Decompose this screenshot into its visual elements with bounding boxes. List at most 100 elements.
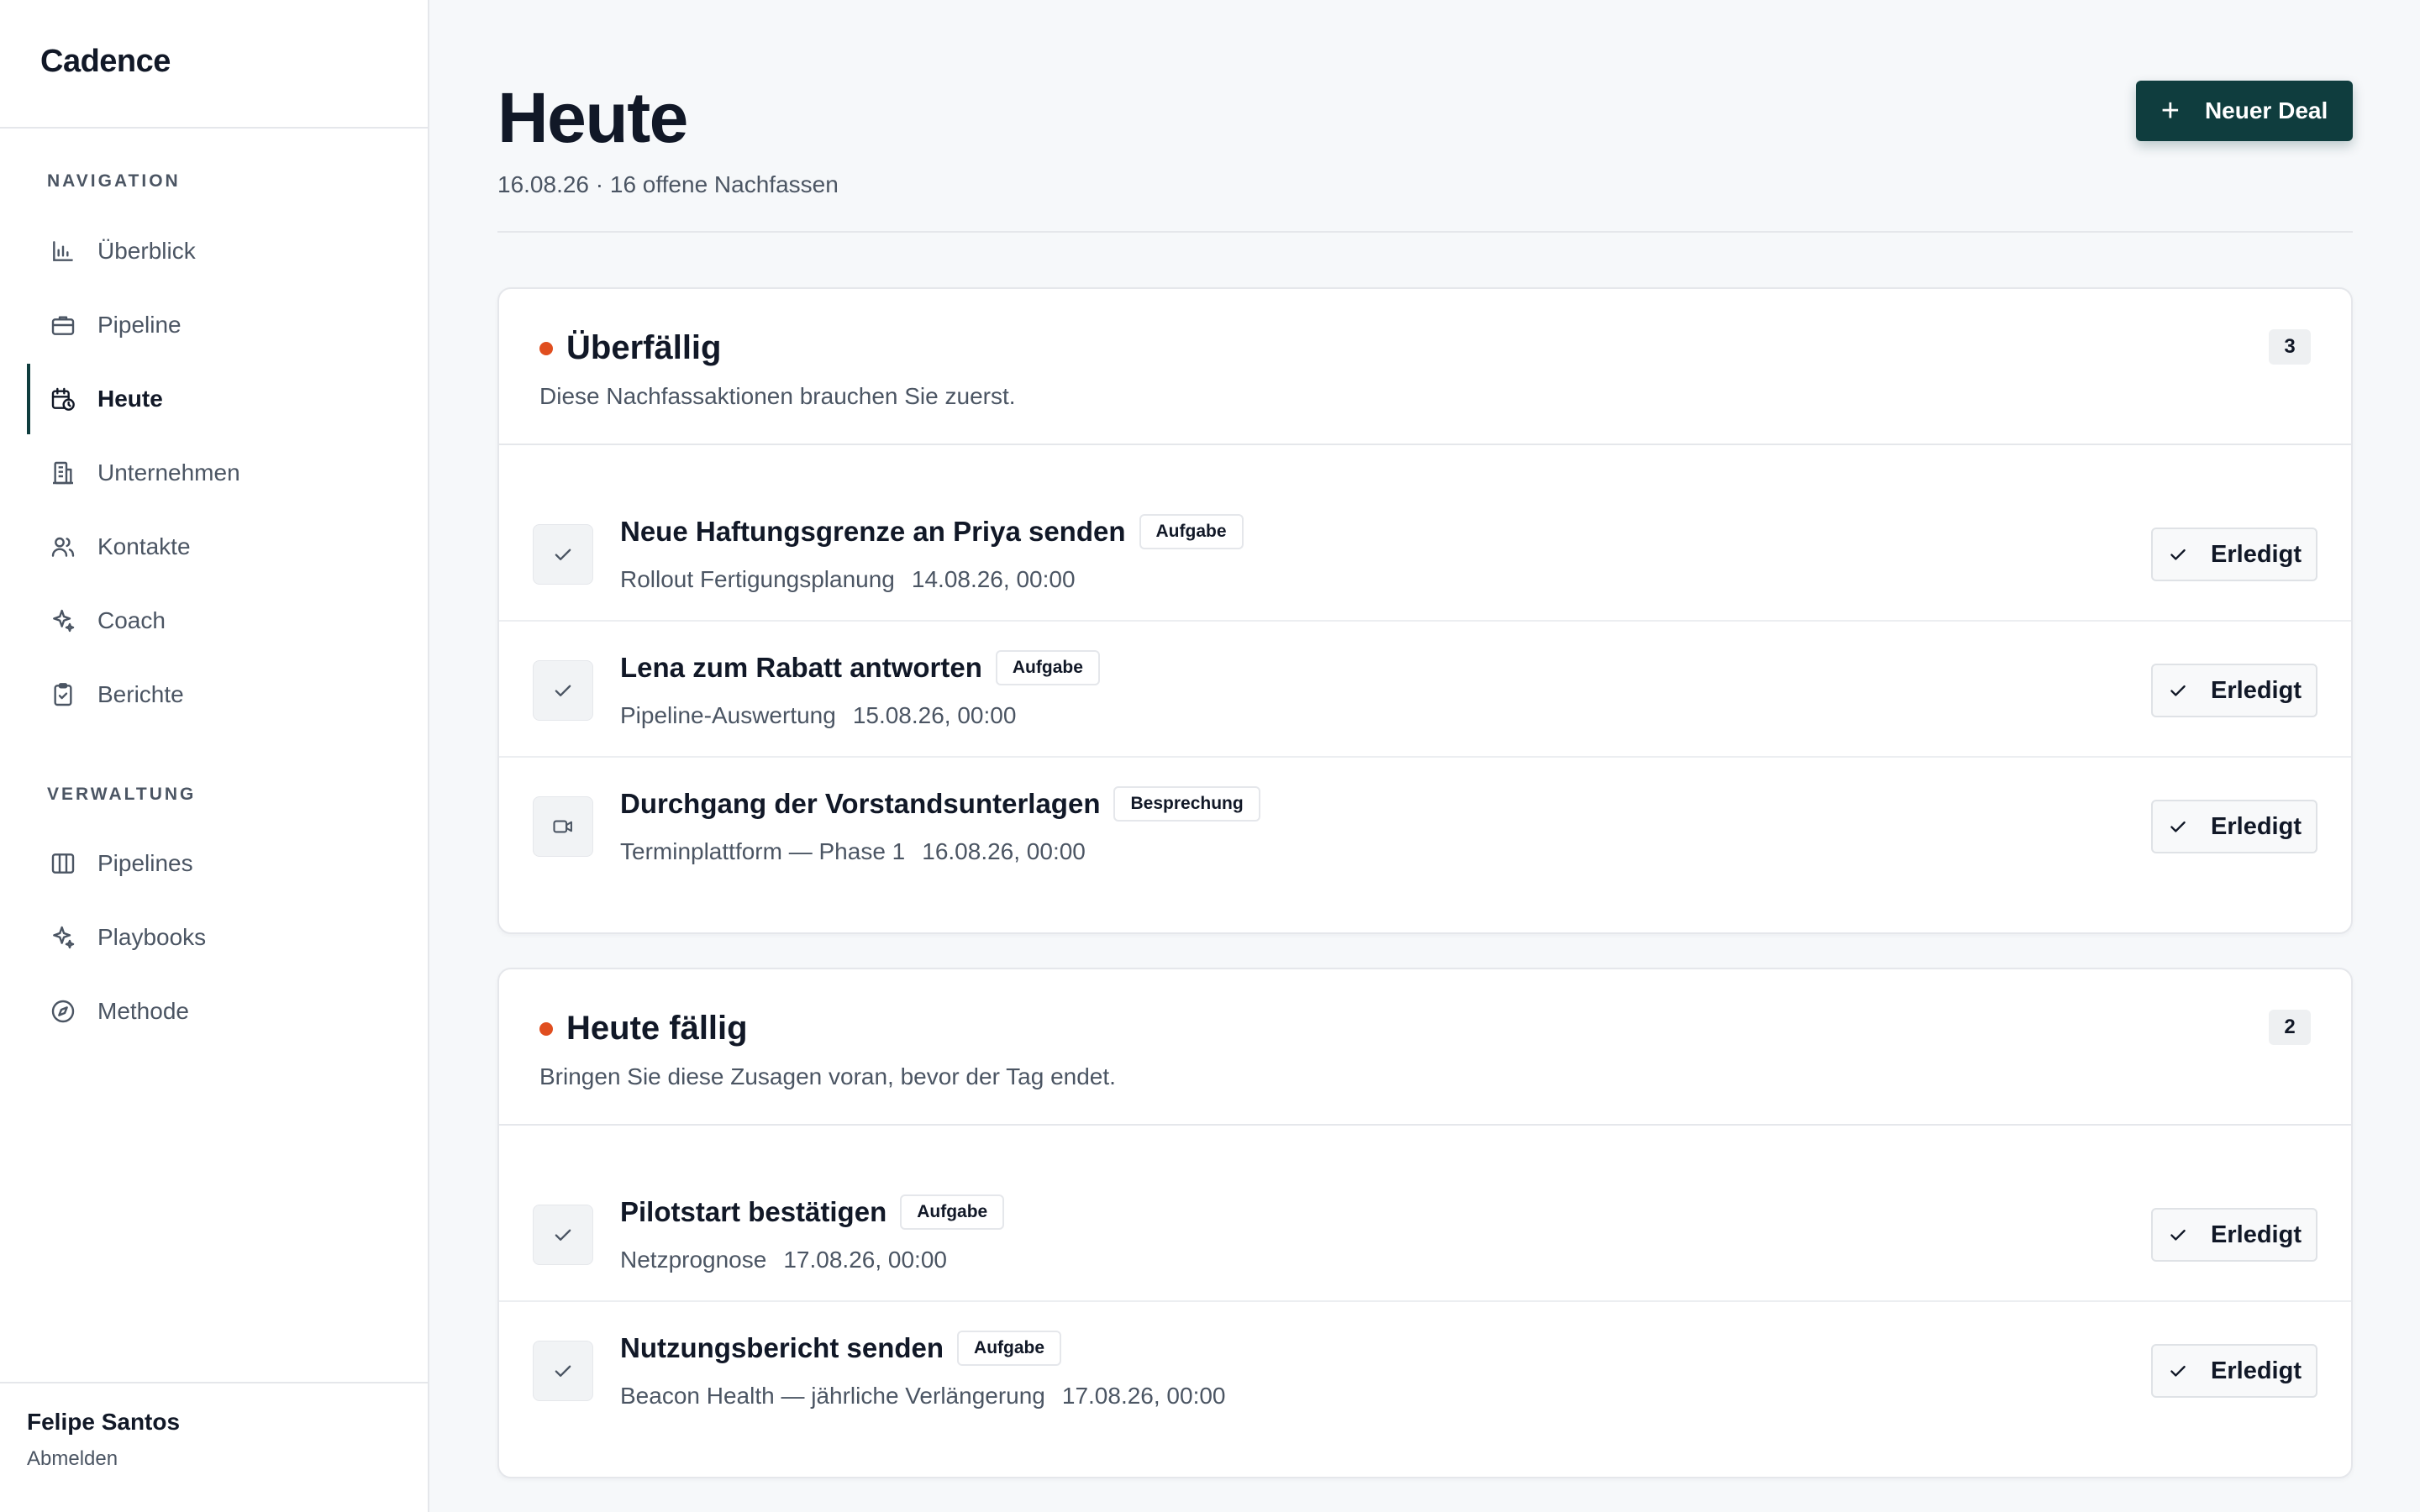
admin-section-title: VERWALTUNG	[47, 785, 197, 804]
sidebar-item-label: Pipelines	[97, 850, 193, 876]
sidebar-item-unternehmen[interactable]: Unternehmen	[0, 436, 428, 510]
done-label: Erledigt	[2211, 676, 2302, 704]
section-overdue: Überfällig Diese Nachfassaktionen brauch…	[497, 287, 2353, 934]
task-meta: Rollout Fertigungsplanung 14.08.26, 00:00	[620, 566, 1076, 593]
task-due-date: 17.08.26, 00:00	[1061, 1383, 1226, 1409]
section-header: Überfällig Diese Nachfassaktionen brauch…	[499, 289, 2351, 445]
done-label: Erledigt	[2211, 1357, 2302, 1384]
done-button[interactable]: Erledigt	[2151, 1344, 2317, 1398]
sidebar-item-pipelines[interactable]: Pipelines	[0, 827, 428, 900]
task-title[interactable]: Neue Haftungsgrenze an Priya senden Aufg…	[620, 514, 1244, 549]
done-label: Erledigt	[2211, 1221, 2302, 1248]
video-icon[interactable]	[533, 796, 593, 857]
task-row: Durchgang der Vorstandsunterlagen Bespre…	[499, 758, 2351, 894]
building-icon	[49, 459, 77, 487]
task-due-date: 15.08.26, 00:00	[852, 702, 1017, 728]
task-type-badge: Aufgabe	[900, 1194, 1005, 1230]
admin-nav: Pipelines Playbooks Methode	[0, 827, 428, 1048]
main-nav: Überblick Pipeline Heute Unternehmen Kon…	[0, 214, 428, 732]
task-type-badge: Aufgabe	[957, 1331, 1062, 1366]
task-list: Neue Haftungsgrenze an Priya senden Aufg…	[499, 445, 2351, 894]
task-title-text: Lena zum Rabatt antworten	[620, 652, 982, 683]
sidebar-item-label: Unternehmen	[97, 459, 240, 486]
sidebar-item-pipeline[interactable]: Pipeline	[0, 288, 428, 362]
task-title[interactable]: Durchgang der Vorstandsunterlagen Bespre…	[620, 786, 1260, 822]
header-divider	[497, 231, 2353, 233]
task-title-text: Neue Haftungsgrenze an Priya senden	[620, 516, 1126, 547]
status-dot	[539, 1021, 553, 1036]
sidebar-item-label: Überblick	[97, 238, 196, 264]
sidebar-item-methode[interactable]: Methode	[0, 974, 428, 1048]
calendar-clock-icon	[49, 385, 77, 413]
task-deal[interactable]: Terminplattform — Phase 1	[620, 838, 905, 864]
section-header: Heute fällig Bringen Sie diese Zusagen v…	[499, 969, 2351, 1126]
user-name: Felipe Santos	[27, 1409, 181, 1435]
sidebar-item-ueberblick[interactable]: Überblick	[0, 214, 428, 288]
sidebar-item-label: Methode	[97, 998, 189, 1024]
task-row: Lena zum Rabatt antworten Aufgabe Pipeli…	[499, 622, 2351, 758]
task-title[interactable]: Pilotstart bestätigen Aufgabe	[620, 1194, 1005, 1230]
sidebar-item-label: Kontakte	[97, 533, 191, 559]
task-row: Nutzungsbericht senden Aufgabe Beacon He…	[499, 1302, 2351, 1438]
check-icon[interactable]	[533, 1341, 593, 1401]
sidebar-item-label: Heute	[97, 386, 163, 412]
count-badge: 2	[2269, 1010, 2311, 1045]
task-title-text: Durchgang der Vorstandsunterlagen	[620, 788, 1101, 819]
task-due-date: 17.08.26, 00:00	[783, 1247, 947, 1273]
task-meta: Pipeline-Auswertung 15.08.26, 00:00	[620, 702, 1016, 729]
page-title: Heute	[497, 78, 688, 157]
section-title-text: Überfällig	[566, 329, 722, 366]
task-due-date: 14.08.26, 00:00	[911, 566, 1076, 592]
columns-icon	[49, 849, 77, 878]
task-title[interactable]: Lena zum Rabatt antworten Aufgabe	[620, 650, 1100, 685]
sidebar-item-heute[interactable]: Heute	[0, 362, 428, 436]
task-meta: Netzprognose 17.08.26, 00:00	[620, 1247, 947, 1273]
task-title-text: Nutzungsbericht senden	[620, 1332, 944, 1363]
sidebar-item-playbooks[interactable]: Playbooks	[0, 900, 428, 974]
done-button[interactable]: Erledigt	[2151, 1208, 2317, 1262]
check-icon[interactable]	[533, 660, 593, 721]
done-button[interactable]: Erledigt	[2151, 528, 2317, 581]
sidebar-item-label: Berichte	[97, 681, 184, 707]
task-type-badge: Aufgabe	[995, 650, 1100, 685]
check-icon[interactable]	[533, 1205, 593, 1265]
check-icon[interactable]	[533, 524, 593, 585]
done-button[interactable]: Erledigt	[2151, 800, 2317, 853]
bar-chart-icon	[49, 237, 77, 265]
sidebar-item-berichte[interactable]: Berichte	[0, 658, 428, 732]
task-deal[interactable]: Pipeline-Auswertung	[620, 702, 836, 728]
task-title[interactable]: Nutzungsbericht senden Aufgabe	[620, 1331, 1062, 1366]
section-title-text: Heute fällig	[566, 1010, 748, 1047]
users-icon	[49, 533, 77, 561]
clipboard-check-icon	[49, 680, 77, 709]
task-list: Pilotstart bestätigen Aufgabe Netzprogno…	[499, 1126, 2351, 1438]
briefcase-icon	[49, 311, 77, 339]
count-badge: 3	[2269, 329, 2311, 365]
new-deal-label: Neuer Deal	[2204, 97, 2328, 123]
nav-section-title: NAVIGATION	[47, 171, 181, 191]
brand-logo[interactable]: Cadence	[0, 0, 428, 129]
sidebar-item-label: Playbooks	[97, 924, 207, 950]
user-box: Felipe Santos Abmelden	[0, 1382, 428, 1512]
compass-icon	[49, 997, 77, 1026]
check-icon	[2170, 685, 2186, 696]
done-button[interactable]: Erledigt	[2151, 664, 2317, 717]
task-title-text: Pilotstart bestätigen	[620, 1196, 887, 1227]
task-type-badge: Besprechung	[1113, 786, 1260, 822]
logout-link[interactable]: Abmelden	[27, 1447, 428, 1471]
task-deal[interactable]: Rollout Fertigungsplanung	[620, 566, 895, 592]
check-icon	[2170, 1229, 2186, 1241]
new-deal-button[interactable]: + Neuer Deal	[2136, 81, 2353, 141]
section-description: Diese Nachfassaktionen brauchen Sie zuer…	[539, 383, 1016, 409]
sidebar-item-coach[interactable]: Coach	[0, 584, 428, 658]
sidebar: Cadence NAVIGATION Überblick Pipeline He…	[0, 0, 429, 1512]
task-due-date: 16.08.26, 00:00	[922, 838, 1086, 864]
sidebar-item-label: Coach	[97, 607, 166, 633]
task-deal[interactable]: Beacon Health — jährliche Verlängerung	[620, 1383, 1045, 1409]
task-deal[interactable]: Netzprognose	[620, 1247, 766, 1273]
section-title: Heute fällig	[539, 1010, 748, 1047]
sidebar-item-kontakte[interactable]: Kontakte	[0, 510, 428, 584]
plus-icon: +	[2160, 93, 2180, 129]
check-icon	[2170, 821, 2186, 832]
check-icon	[2170, 1365, 2186, 1377]
